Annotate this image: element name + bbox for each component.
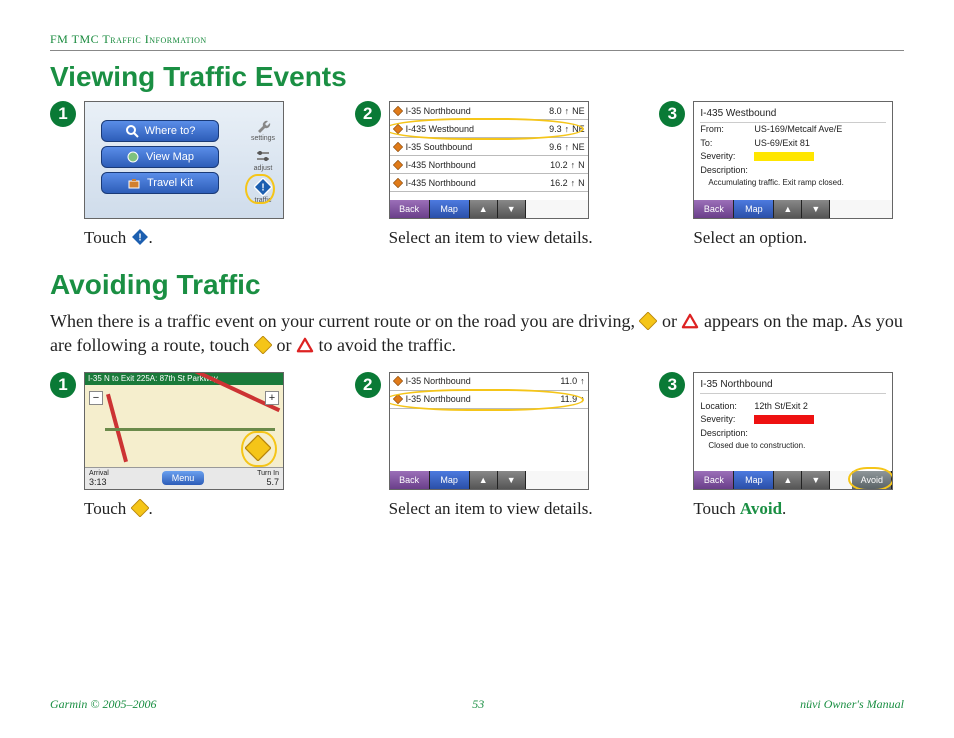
traffic-diamond-icon	[131, 228, 149, 246]
list-item[interactable]: I-435 Westbound9.3↑NE	[390, 120, 588, 138]
page-header: FM TMC Traffic Information	[50, 30, 904, 51]
step-badge-1: 1	[50, 101, 76, 127]
caption-3b: Touch Avoid.	[693, 498, 904, 520]
yellow-diamond-icon	[254, 336, 272, 354]
screenshot-route-map: I-35 N to Exit 225A: 87th St Parkway − +…	[84, 372, 284, 490]
globe-icon	[126, 150, 140, 164]
scroll-up-button[interactable]: ▲	[470, 200, 498, 218]
step-2: 2 I-35 Northbound8.0↑NE I-435 Westbound9…	[355, 101, 600, 249]
step-badge-3: 3	[659, 101, 685, 127]
step-1: 1 ▮▮▮▯2:49 Where to? View Map Travel Kit…	[50, 101, 295, 249]
traffic-icon-btn[interactable]: traffic	[249, 178, 277, 204]
breadcrumb: FM TMC Traffic Information	[50, 32, 207, 46]
row-avoiding: 1 I-35 N to Exit 225A: 87th St Parkway −…	[50, 372, 904, 520]
row-viewing: 1 ▮▮▮▯2:49 Where to? View Map Travel Kit…	[50, 101, 904, 249]
red-triangle-icon	[296, 337, 314, 353]
map-menu-button[interactable]: Menu	[162, 471, 205, 485]
list-item[interactable]: I-35 Southbound9.6↑NE	[390, 138, 588, 156]
scroll-up-button[interactable]: ▲	[774, 471, 802, 489]
map-button[interactable]: Map	[430, 200, 470, 218]
scroll-up-button[interactable]: ▲	[774, 200, 802, 218]
caption-3: Select an option.	[693, 227, 904, 249]
list-item[interactable]: I-35 Northbound8.0↑NE	[390, 102, 588, 120]
search-icon	[125, 124, 139, 138]
view-map-button[interactable]: View Map	[101, 146, 219, 168]
avoiding-para: When there is a traffic event on your cu…	[50, 309, 904, 358]
zoom-out-button[interactable]: −	[89, 391, 103, 405]
section-title-viewing: Viewing Traffic Events	[50, 61, 904, 93]
step-1b: 1 I-35 N to Exit 225A: 87th St Parkway −…	[50, 372, 295, 520]
step-badge-1: 1	[50, 372, 76, 398]
adjust-icon-btn[interactable]: adjust	[249, 148, 277, 172]
back-button[interactable]: Back	[390, 471, 430, 489]
yellow-diamond-icon	[639, 312, 657, 330]
footer-manual-title: nüvi Owner's Manual	[800, 697, 904, 712]
list-item[interactable]: I-435 Northbound16.2↑N	[390, 174, 588, 192]
where-to-button[interactable]: Where to?	[101, 120, 219, 142]
scroll-down-button[interactable]: ▼	[498, 200, 526, 218]
list-item[interactable]: I-435 Northbound10.2↑N	[390, 156, 588, 174]
back-button[interactable]: Back	[694, 471, 734, 489]
map-button[interactable]: Map	[430, 471, 470, 489]
severity-bar	[754, 152, 814, 161]
scroll-down-button[interactable]: ▼	[802, 471, 830, 489]
section-title-avoiding: Avoiding Traffic	[50, 269, 904, 301]
list-item[interactable]: I-35 Northbound11.9↑	[390, 391, 588, 409]
back-button[interactable]: Back	[390, 200, 430, 218]
map-button[interactable]: Map	[734, 471, 774, 489]
zoom-in-button[interactable]: +	[265, 391, 279, 405]
caption-1: Touch .	[84, 227, 295, 249]
step-badge-2: 2	[355, 101, 381, 127]
step-3: 3 I-435 Westbound From:US-169/Metcalf Av…	[659, 101, 904, 249]
footer-copyright: Garmin © 2005–2006	[50, 697, 156, 712]
step-3b: 3 I-35 Northbound Location:12th St/Exit …	[659, 372, 904, 520]
step-badge-2: 2	[355, 372, 381, 398]
red-triangle-icon	[681, 313, 699, 329]
settings-icon-btn[interactable]: settings	[249, 118, 277, 142]
yellow-diamond-icon	[131, 499, 149, 517]
footer-page-number: 53	[472, 697, 484, 712]
detail-title: I-435 Westbound	[700, 106, 886, 123]
detail-title: I-35 Northbound	[700, 377, 886, 394]
screenshot-avoid-detail: I-35 Northbound Location:12th St/Exit 2 …	[693, 372, 893, 490]
step-badge-3: 3	[659, 372, 685, 398]
screenshot-traffic-list: I-35 Northbound8.0↑NE I-435 Westbound9.3…	[389, 101, 589, 219]
map-button[interactable]: Map	[734, 200, 774, 218]
suitcase-icon	[127, 176, 141, 190]
avoid-button[interactable]: Avoid	[852, 471, 892, 489]
scroll-down-button[interactable]: ▼	[498, 471, 526, 489]
screenshot-main-menu: ▮▮▮▯2:49 Where to? View Map Travel Kit s…	[84, 101, 284, 219]
list-item[interactable]: I-35 Northbound11.0↑	[390, 373, 588, 391]
caption-2: Select an item to view details.	[389, 227, 600, 249]
screenshot-avoid-list: I-35 Northbound11.0↑ I-35 Northbound11.9…	[389, 372, 589, 490]
step-2b: 2 I-35 Northbound11.0↑ I-35 Northbound11…	[355, 372, 600, 520]
map-banner: I-35 N to Exit 225A: 87th St Parkway	[85, 373, 283, 385]
yellow-diamond-icon[interactable]	[245, 435, 271, 461]
travel-kit-button[interactable]: Travel Kit	[101, 172, 219, 194]
back-button[interactable]: Back	[694, 200, 734, 218]
traffic-diamond-icon	[254, 178, 272, 196]
screenshot-traffic-detail: I-435 Westbound From:US-169/Metcalf Ave/…	[693, 101, 893, 219]
caption-2b: Select an item to view details.	[389, 498, 600, 520]
scroll-down-button[interactable]: ▼	[802, 200, 830, 218]
scroll-up-button[interactable]: ▲	[470, 471, 498, 489]
caption-1b: Touch .	[84, 498, 295, 520]
page-footer: Garmin © 2005–2006 53 nüvi Owner's Manua…	[50, 697, 904, 712]
